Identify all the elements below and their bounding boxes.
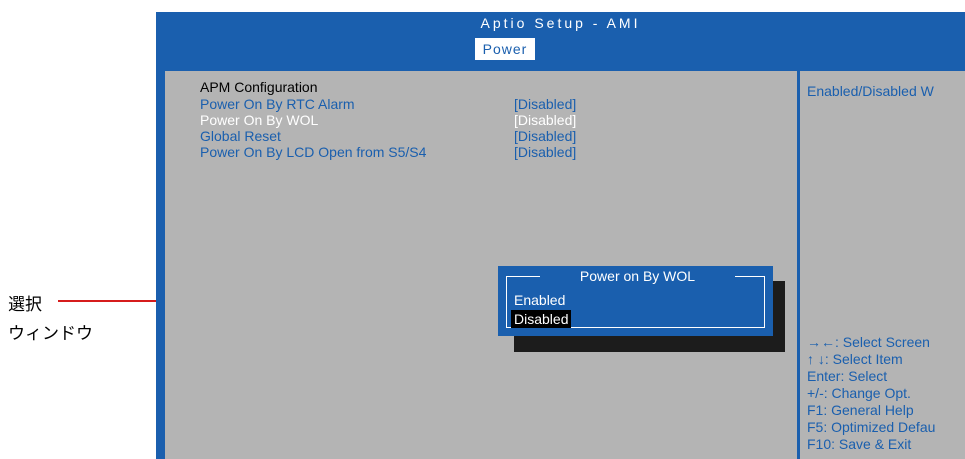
item-power-on-rtc-alarm[interactable]: Power On By RTC Alarm [Disabled] <box>200 96 620 112</box>
item-label: Power On By LCD Open from S5/S4 <box>200 144 427 160</box>
window-title: Aptio Setup - AMI <box>480 15 641 31</box>
item-power-on-lcd-open[interactable]: Power On By LCD Open from S5/S4 [Disable… <box>200 144 620 160</box>
help-panel: Enabled/Disabled W →←: Select Screen ↑ ↓… <box>797 68 965 459</box>
popup-title: Power on By WOL <box>579 268 696 284</box>
item-label: Power On By WOL <box>200 112 319 128</box>
key-help-enter: Enter: Select <box>807 368 888 384</box>
main-panel: APM Configuration Power On By RTC Alarm … <box>162 68 800 459</box>
key-help-select-screen: →←: Select Screen <box>807 334 930 350</box>
item-value: [Disabled] <box>514 144 577 160</box>
popup-frame-top-right <box>735 276 765 277</box>
annotation-label-select: 選択 <box>8 295 42 314</box>
section-heading: APM Configuration <box>200 79 318 95</box>
item-label: Power On By RTC Alarm <box>200 96 355 112</box>
key-help-save-exit: F10: Save & Exit <box>807 436 912 452</box>
annotation-label-window: ウィンドウ <box>8 324 93 343</box>
bios-screen: Aptio Setup - AMI Power APM Configuratio… <box>156 12 965 459</box>
item-power-on-wol[interactable]: Power On By WOL [Disabled] <box>200 112 620 128</box>
key-help-general-help: F1: General Help <box>807 402 914 418</box>
item-value: [Disabled] <box>514 112 577 128</box>
item-value: [Disabled] <box>514 128 577 144</box>
item-value: [Disabled] <box>514 96 577 112</box>
item-global-reset[interactable]: Global Reset [Disabled] <box>200 128 620 144</box>
popup-option-enabled[interactable]: Enabled <box>511 291 568 309</box>
item-label: Global Reset <box>200 128 281 144</box>
tab-power[interactable]: Power <box>475 38 535 60</box>
popup-frame-top-left <box>506 276 540 277</box>
selection-popup: Power on By WOL Enabled Disabled <box>498 266 773 336</box>
key-help-select-item: ↑ ↓: Select Item <box>807 351 903 367</box>
help-description: Enabled/Disabled W <box>807 83 934 99</box>
key-help-optimized-defaults: F5: Optimized Defau <box>807 419 936 435</box>
key-help-change-opt: +/-: Change Opt. <box>807 385 911 401</box>
popup-option-disabled[interactable]: Disabled <box>511 310 572 328</box>
